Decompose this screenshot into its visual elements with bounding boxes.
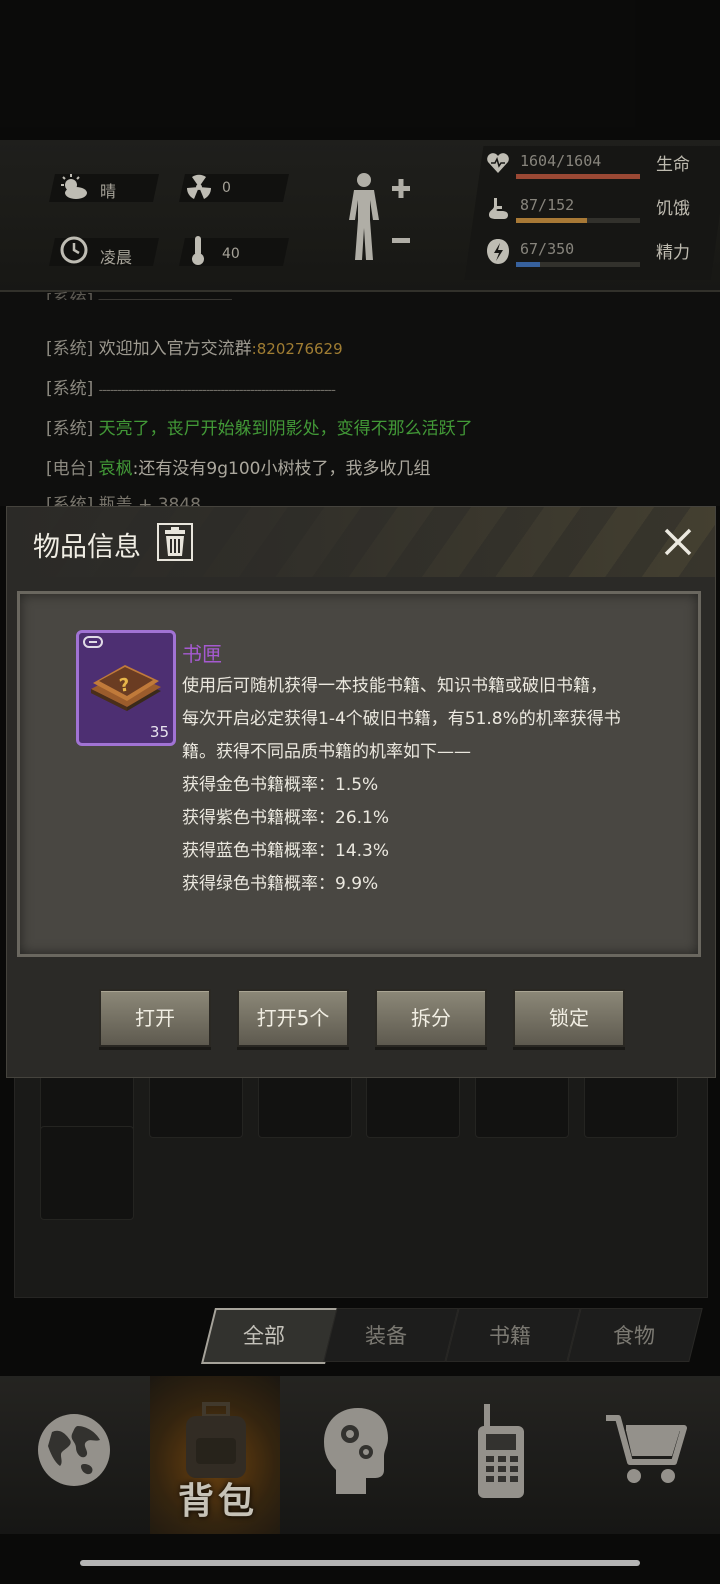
dialog-title: 物品信息 — [33, 532, 141, 563]
desc-line: 获得紫色书籍概率：26.1% — [182, 808, 390, 828]
radiation-icon — [186, 174, 212, 199]
chat-text: 天亮了，丧尸开始躲到阴影处，变得不那么活跃了 — [98, 419, 473, 439]
chat-channel: [电台] — [46, 459, 94, 479]
energy-bar — [516, 262, 640, 267]
chat-line: [电台] 哀枫:还有没有9g100小树枝了，我多收几组 — [46, 454, 430, 479]
item-name: 书匣 — [182, 642, 222, 666]
shop-cart-icon[interactable] — [602, 1410, 688, 1490]
health-bar — [516, 174, 640, 179]
time-label: 凌晨 — [100, 248, 133, 267]
energy-label: 精力 — [656, 243, 690, 263]
chat-text: 欢迎加入官方交流群 — [98, 339, 252, 359]
clock-icon — [60, 236, 88, 264]
chat-line-cut-top: [系统] ───────────── — [46, 286, 232, 300]
lock-button[interactable]: 锁定 — [513, 989, 625, 1047]
bound-link-icon — [83, 636, 103, 648]
temperature-value: 40 — [222, 246, 240, 262]
weather-sun-cloud-icon — [61, 174, 87, 199]
tab-equipment-label: 装备 — [365, 1324, 407, 1348]
thermometer-icon — [192, 236, 204, 265]
chat-channel: [系统] — [46, 339, 94, 359]
item-slot: ? 35 — [76, 630, 176, 746]
home-indicator — [80, 1560, 640, 1566]
chat-line: [系统] 天亮了，丧尸开始躲到阴影处，变得不那么活跃了 — [46, 414, 473, 439]
backpack-icon — [186, 1402, 246, 1478]
health-label: 生命 — [656, 155, 690, 175]
skills-head-icon[interactable] — [322, 1404, 392, 1498]
hunger-value: 87/152 — [520, 196, 575, 214]
open-button[interactable]: 打开 — [99, 989, 211, 1047]
open-five-button[interactable]: 打开5个 — [237, 989, 349, 1047]
chat-speaker[interactable]: 哀枫 — [99, 459, 133, 479]
item-info-box: ? 35 书匣 使用后可随机获得一本技能书籍、知识书籍或破旧书籍， 每次开启必定… — [17, 591, 701, 957]
tab-books-label: 书籍 — [489, 1324, 531, 1348]
tab-food-label: 食物 — [613, 1324, 655, 1348]
chat-line: [系统] -----------------------------------… — [46, 374, 336, 399]
energy-lightning-icon — [487, 239, 509, 264]
heart-icon — [487, 153, 509, 173]
desc-line: 获得金色书籍概率：1.5% — [182, 775, 379, 795]
tab-all-label: 全部 — [243, 1324, 285, 1348]
chat-channel: [系统] — [46, 419, 94, 439]
desc-line: 每次开启必定获得1-4个破旧书籍，有51.8%的机率获得书 — [182, 709, 621, 729]
chat-channel: [系统] — [46, 379, 94, 399]
inventory-slot[interactable] — [40, 1126, 134, 1220]
close-icon[interactable] — [663, 527, 693, 557]
health-value: 1604/1604 — [520, 152, 602, 170]
chat-line: [系统] 欢迎加入官方交流群:820276629 — [46, 334, 343, 359]
nav-backpack-label: 背包 — [178, 1481, 259, 1522]
status-panel: 晴 0 凌晨 40 1604/1604 生命 87/152 饥饿 67/350 … — [0, 140, 720, 292]
book-box-icon: ? — [91, 665, 161, 711]
weather-label: 晴 — [100, 182, 117, 201]
chat-line-cut-bottom: [系统] 瓶盖 + 3848 — [46, 495, 201, 506]
radio-walkie-talkie-icon[interactable] — [474, 1402, 534, 1502]
split-button[interactable]: 拆分 — [375, 989, 487, 1047]
bottom-nav: 背包 — [0, 1376, 720, 1534]
desc-line: 使用后可随机获得一本技能书籍、知识书籍或破旧书籍， — [182, 676, 607, 696]
item-info-dialog: 物品信息 ? 35 书匣 使用后可随机获得一本技能书籍、知识书籍或破旧书籍， 每… — [6, 506, 716, 1078]
body-status-icon[interactable] — [344, 170, 412, 270]
desc-line: 获得蓝色书籍概率：14.3% — [182, 841, 390, 861]
world-globe-icon[interactable] — [34, 1410, 114, 1490]
trash-icon[interactable] — [157, 523, 193, 561]
chat-text: :还有没有9g100小树枝了，我多收几组 — [132, 459, 431, 479]
radiation-value: 0 — [222, 180, 231, 196]
item-description: 使用后可随机获得一本技能书籍、知识书籍或破旧书籍， 每次开启必定获得1-4个破旧… — [182, 670, 682, 901]
hunger-stomach-icon — [489, 198, 508, 219]
desc-line: 获得绿色书籍概率：9.9% — [182, 874, 379, 894]
chat-separator: ----------------------------------------… — [98, 383, 336, 398]
hunger-label: 饥饿 — [656, 199, 690, 219]
energy-value: 67/350 — [520, 240, 575, 258]
item-count: 35 — [149, 723, 169, 741]
hunger-bar — [516, 218, 640, 223]
desc-line: 籍。获得不同品质书籍的机率如下—— — [182, 742, 471, 762]
chat-group-number[interactable]: :820276629 — [252, 340, 343, 358]
